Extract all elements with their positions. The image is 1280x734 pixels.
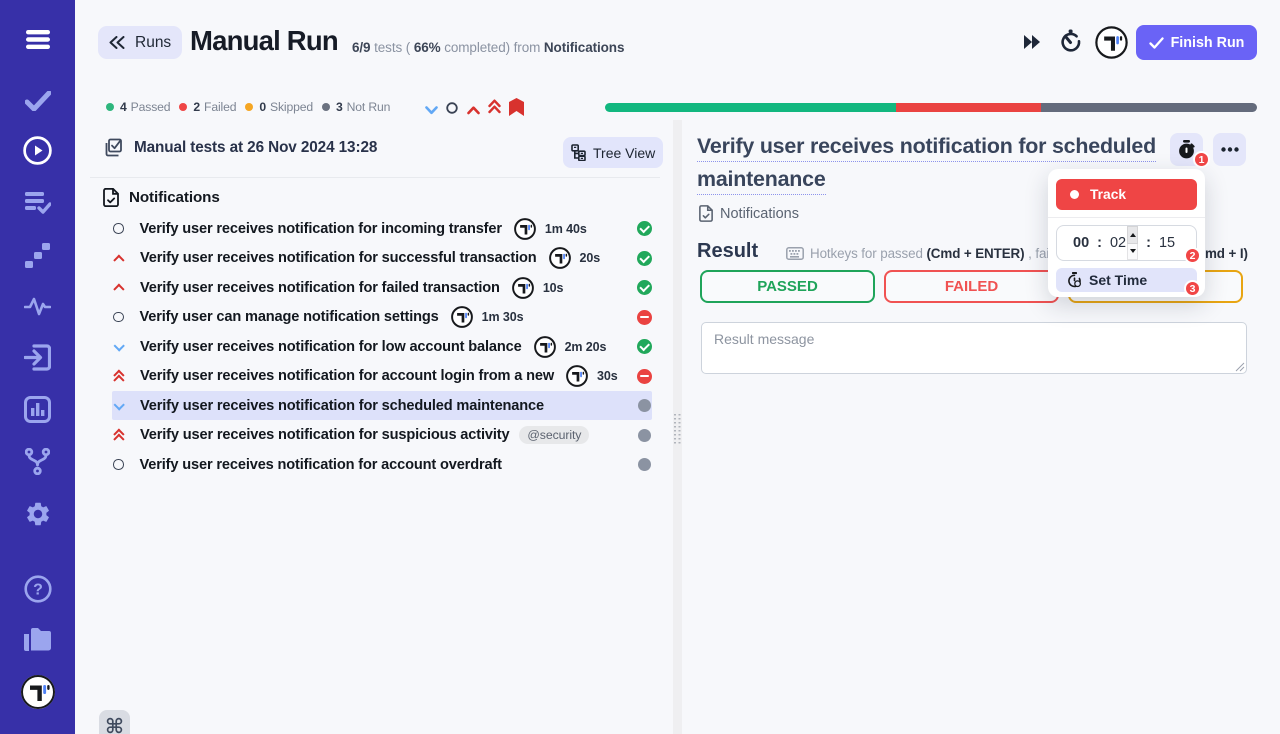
svg-text:?: ?: [33, 582, 43, 599]
